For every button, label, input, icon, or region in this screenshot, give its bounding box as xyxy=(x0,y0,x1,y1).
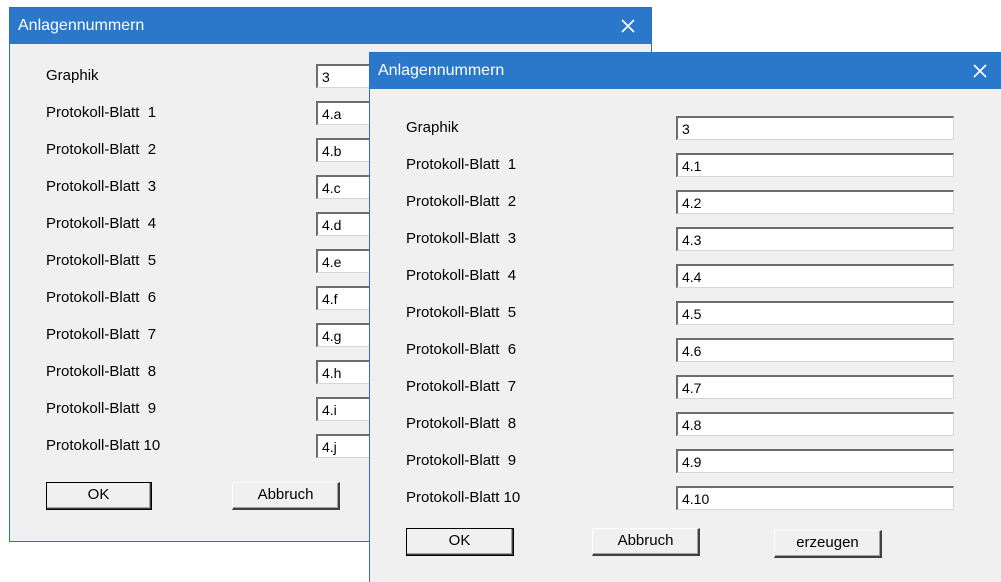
protokoll-blatt-input[interactable]: 4.h xyxy=(316,360,376,384)
protokoll-blatt-input[interactable]: 4.c xyxy=(316,175,376,199)
protokoll-blatt-input[interactable]: 4.10 xyxy=(676,486,954,510)
protokoll-blatt-input[interactable]: 4.5 xyxy=(676,301,954,325)
protokoll-blatt-label: Protokoll-Blatt 2 xyxy=(406,193,517,210)
back-dialog-close-button[interactable] xyxy=(605,8,651,44)
protokoll-blatt-input[interactable]: 4.i xyxy=(316,397,376,421)
front-dialog-titlebar[interactable]: Anlagennummern xyxy=(370,53,1001,89)
close-icon xyxy=(973,64,987,78)
protokoll-blatt-label: Protokoll-Blatt 6 xyxy=(406,341,517,358)
protokoll-blatt-label: Protokoll-Blatt 3 xyxy=(46,178,157,195)
front-dialog-title: Anlagennummern xyxy=(378,62,505,79)
protokoll-blatt-input[interactable]: 4.1 xyxy=(676,153,954,177)
protokoll-blatt-input[interactable]: 4.d xyxy=(316,212,376,236)
protokoll-blatt-label: Protokoll-Blatt 9 xyxy=(406,452,517,469)
protokoll-blatt-label: Protokoll-Blatt 10 xyxy=(46,437,161,454)
protokoll-blatt-label: Protokoll-Blatt 5 xyxy=(406,304,517,321)
protokoll-blatt-label: Protokoll-Blatt 5 xyxy=(46,252,157,269)
graphik-label: Graphik xyxy=(46,67,99,84)
protokoll-blatt-input[interactable]: 4.j xyxy=(316,434,376,458)
back-dialog-title: Anlagennummern xyxy=(18,17,145,34)
graphik-input[interactable]: 3 xyxy=(316,64,376,88)
front-dialog: Anlagennummern Graphik 3 Protokoll-Blatt 1… xyxy=(369,52,1001,582)
front-ok-button[interactable]: OK xyxy=(406,528,514,556)
protokoll-blatt-label: Protokoll-Blatt 4 xyxy=(406,267,517,284)
protokoll-blatt-label: Protokoll-Blatt 3 xyxy=(406,230,517,247)
protokoll-blatt-input[interactable]: 4.a xyxy=(316,101,376,125)
protokoll-blatt-label: Protokoll-Blatt 9 xyxy=(46,400,157,417)
protokoll-blatt-label: Protokoll-Blatt 7 xyxy=(406,378,517,395)
protokoll-blatt-label: Protokoll-Blatt 4 xyxy=(46,215,157,232)
protokoll-blatt-input[interactable]: 4.3 xyxy=(676,227,954,251)
close-icon xyxy=(621,19,635,33)
protokoll-blatt-input[interactable]: 4.4 xyxy=(676,264,954,288)
protokoll-blatt-label: Protokoll-Blatt 6 xyxy=(46,289,157,306)
back-ok-button[interactable]: OK xyxy=(46,482,152,510)
protokoll-blatt-input[interactable]: 4.7 xyxy=(676,375,954,399)
front-dialog-close-button[interactable] xyxy=(959,53,1001,89)
graphik-label: Graphik xyxy=(406,119,459,136)
protokoll-blatt-input[interactable]: 4.g xyxy=(316,323,376,347)
protokoll-blatt-label: Protokoll-Blatt 7 xyxy=(46,326,157,343)
back-dialog-titlebar[interactable]: Anlagennummern xyxy=(10,8,651,44)
front-generate-button[interactable]: erzeugen xyxy=(774,530,882,558)
protokoll-blatt-input[interactable]: 4.e xyxy=(316,249,376,273)
front-cancel-button[interactable]: Abbruch xyxy=(592,528,700,556)
protokoll-blatt-label: Protokoll-Blatt 2 xyxy=(46,141,157,158)
protokoll-blatt-label: Protokoll-Blatt 8 xyxy=(406,415,517,432)
protokoll-blatt-input[interactable]: 4.f xyxy=(316,286,376,310)
graphik-input[interactable]: 3 xyxy=(676,116,954,140)
protokoll-blatt-label: Protokoll-Blatt 1 xyxy=(406,156,517,173)
protokoll-blatt-label: Protokoll-Blatt 8 xyxy=(46,363,157,380)
protokoll-blatt-input[interactable]: 4.b xyxy=(316,138,376,162)
protokoll-blatt-input[interactable]: 4.8 xyxy=(676,412,954,436)
protokoll-blatt-label: Protokoll-Blatt 1 xyxy=(46,104,157,121)
protokoll-blatt-input[interactable]: 4.2 xyxy=(676,190,954,214)
protokoll-blatt-input[interactable]: 4.6 xyxy=(676,338,954,362)
back-cancel-button[interactable]: Abbruch xyxy=(232,482,340,510)
protokoll-blatt-input[interactable]: 4.9 xyxy=(676,449,954,473)
protokoll-blatt-label: Protokoll-Blatt 10 xyxy=(406,489,521,506)
